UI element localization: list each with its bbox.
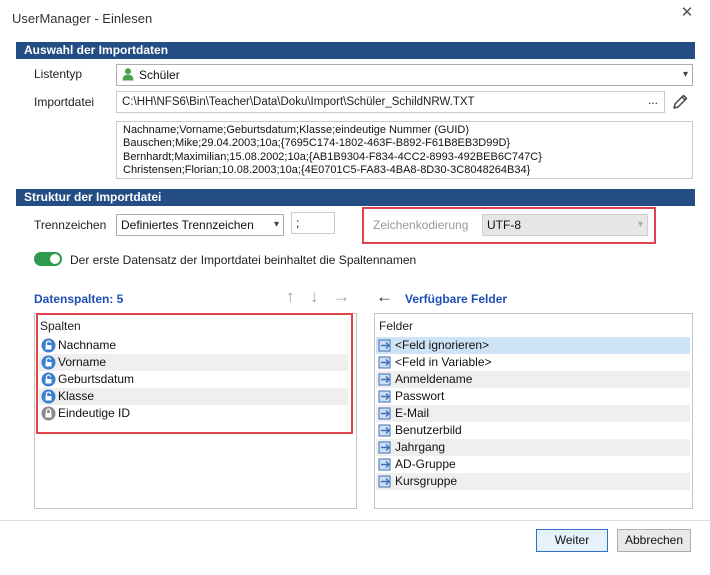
list-item[interactable]: Benutzerbild (376, 422, 690, 439)
field-name: <Feld in Variable> (395, 355, 492, 369)
list-item[interactable]: AD-Gruppe (376, 456, 690, 473)
import-section-header: Auswahl der Importdaten (16, 42, 695, 59)
field-icon (378, 356, 391, 369)
list-item[interactable]: <Feld ignorieren> (376, 337, 690, 354)
lock-closed-icon (41, 406, 56, 421)
field-name: Anmeldename (395, 372, 473, 386)
listentyp-label: Listentyp (34, 67, 83, 81)
lock-open-icon (41, 338, 56, 353)
field-icon (378, 407, 391, 420)
preview-line: Bernhardt;Maximilian;15.08.2002;10a;{AB1… (123, 150, 542, 163)
footer-divider (0, 520, 710, 521)
field-name: E-Mail (395, 406, 430, 420)
importdatei-path: C:\HH\NFS6\Bin\Teacher\Data\Doku\Import\… (122, 96, 475, 108)
field-icon (378, 339, 391, 352)
list-item[interactable]: Eindeutige ID (39, 405, 348, 422)
lock-open-icon (41, 389, 56, 404)
field-name: Passwort (395, 389, 445, 403)
abbrechen-button[interactable]: Abbrechen (617, 529, 691, 552)
list-item[interactable]: <Feld in Variable> (376, 354, 690, 371)
listentyp-value: Schüler (139, 68, 180, 82)
move-right-icon[interactable]: → (333, 287, 350, 307)
chevron-down-icon: ▾ (273, 219, 279, 230)
field-name: AD-Gruppe (395, 457, 456, 471)
field-icon (378, 373, 391, 386)
trennzeichen-label: Trennzeichen (34, 218, 107, 232)
list-item[interactable]: Klasse (39, 388, 348, 405)
field-icon (378, 475, 391, 488)
list-item[interactable]: E-Mail (376, 405, 690, 422)
chevron-down-icon: ▾ (682, 69, 688, 80)
list-item[interactable]: Jahrgang (376, 439, 690, 456)
list-item[interactable]: Vorname (39, 354, 348, 371)
list-item[interactable]: Kursgruppe (376, 473, 690, 490)
lock-open-icon (41, 355, 56, 370)
field-name: Kursgruppe (395, 474, 458, 488)
column-name: Vorname (58, 355, 107, 369)
verfuegbare-felder-title: Verfügbare Felder (405, 292, 508, 306)
trennzeichen-value: Definiertes Trennzeichen (121, 218, 254, 232)
trennzeichen-combo[interactable]: Definiertes Trennzeichen ▾ (116, 214, 284, 236)
separator-input[interactable]: ; (291, 212, 335, 234)
preview-line: Christensen;Florian;10.08.2003;10a;{4E07… (123, 163, 531, 176)
list-item[interactable]: Nachname (39, 337, 348, 354)
preview-line: Nachname;Vorname;Geburtsdatum;Klasse;ein… (123, 124, 470, 136)
zeichenkodierung-label: Zeichenkodierung (373, 218, 469, 232)
back-arrow-icon[interactable]: ← (376, 287, 393, 307)
lock-open-icon (41, 372, 56, 387)
preview-line: Bauschen;Mike;29.04.2003;10a;{7695C174-1… (123, 137, 511, 150)
datenspalten-title: Datenspalten: 5 (34, 292, 124, 306)
field-name: Jahrgang (395, 440, 446, 454)
field-icon (378, 390, 391, 403)
move-up-icon[interactable]: ↑ (286, 287, 295, 307)
field-name: <Feld ignorieren> (395, 338, 490, 352)
list-item[interactable]: Anmeldename (376, 371, 690, 388)
zeichenkodierung-value: UTF-8 (487, 218, 521, 232)
field-icon (378, 441, 391, 454)
listentyp-combo[interactable]: Schüler ▾ (116, 64, 693, 86)
structure-section-header: Struktur der Importdatei (16, 189, 695, 206)
felder-header: Felder (379, 319, 414, 333)
column-name: Klasse (58, 389, 95, 403)
pencil-icon[interactable] (671, 93, 689, 111)
column-name: Nachname (58, 338, 117, 352)
importdatei-field[interactable]: C:\HH\NFS6\Bin\Teacher\Data\Doku\Import\… (116, 91, 665, 113)
spalten-header: Spalten (40, 319, 81, 333)
weiter-button[interactable]: Weiter (536, 529, 608, 552)
column-name: Geburtsdatum (58, 372, 135, 386)
field-icon (378, 424, 391, 437)
header-row-toggle[interactable] (34, 252, 62, 266)
close-icon[interactable]: ✕ (678, 4, 696, 22)
field-name: Benutzerbild (395, 423, 462, 437)
field-icon (378, 458, 391, 471)
column-name: Eindeutige ID (58, 406, 131, 420)
importdatei-label: Importdatei (34, 95, 95, 109)
move-down-icon[interactable]: ↓ (310, 287, 319, 307)
chevron-down-icon: ▾ (637, 219, 643, 230)
zeichenkodierung-combo[interactable]: UTF-8 ▾ (482, 214, 648, 236)
list-item[interactable]: Passwort (376, 388, 690, 405)
list-item[interactable]: Geburtsdatum (39, 371, 348, 388)
browse-button[interactable]: ... (648, 90, 658, 110)
toggle-label: Der erste Datensatz der Importdatei bein… (70, 253, 417, 267)
file-preview: Nachname;Vorname;Geburtsdatum;Klasse;ein… (116, 121, 693, 179)
window-title: UserManager - Einlesen (12, 11, 153, 26)
separator-value: ; (296, 216, 300, 230)
person-icon (122, 68, 134, 81)
